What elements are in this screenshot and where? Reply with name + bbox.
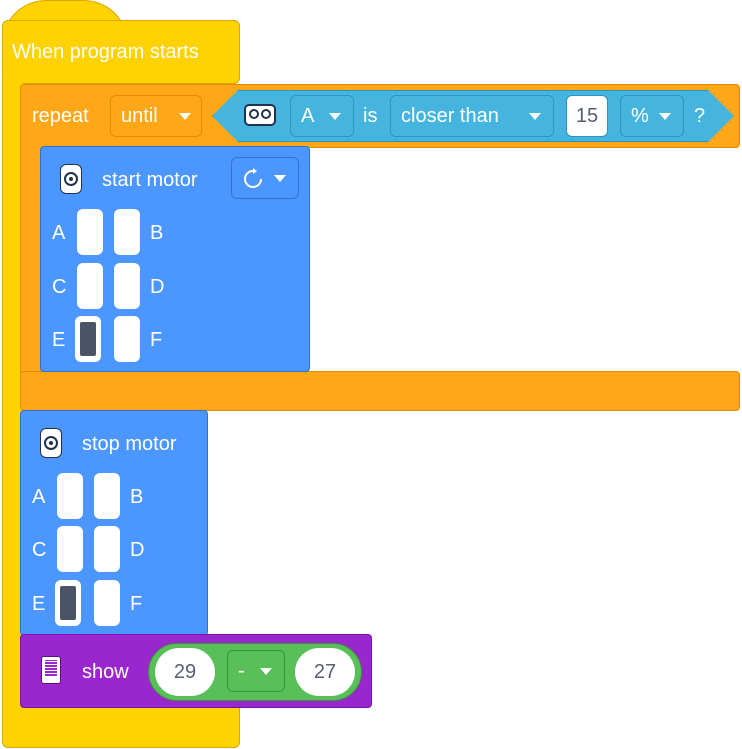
port-d-toggle[interactable] — [94, 526, 120, 572]
port-label-e: E — [32, 593, 46, 615]
light-matrix-icon — [41, 656, 61, 684]
chevron-down-icon — [274, 175, 286, 182]
unit-dropdown[interactable]: % — [620, 95, 684, 137]
start-motor-label: start motor — [102, 169, 198, 191]
port-label-b: B — [130, 486, 144, 508]
port-label-e: E — [52, 329, 66, 351]
port-c-toggle[interactable] — [77, 263, 103, 309]
event-block-label: When program starts — [12, 41, 199, 63]
chevron-down-icon — [529, 113, 541, 120]
chevron-down-icon — [260, 668, 272, 675]
repeat-mode-value: until — [121, 105, 158, 127]
port-label-f: F — [130, 593, 143, 615]
unit-value: % — [631, 105, 649, 127]
port-e-toggle-selected[interactable] — [55, 580, 81, 626]
port-f-toggle[interactable] — [94, 580, 120, 626]
port-label-d: D — [150, 276, 165, 298]
clockwise-icon — [244, 168, 262, 188]
is-label: is — [363, 105, 378, 127]
matrix-grid — [45, 660, 57, 676]
port-label-b: B — [150, 222, 164, 244]
port-a-toggle[interactable] — [77, 209, 103, 255]
comparison-value: closer than — [401, 105, 499, 127]
event-block-spine — [2, 80, 22, 720]
distance-sensor-icon — [244, 104, 276, 126]
port-label-a: A — [52, 222, 66, 244]
distance-value-input[interactable]: 15 — [566, 95, 608, 137]
question-mark: ? — [694, 105, 706, 127]
repeat-label: repeat — [32, 105, 89, 127]
sensor-eye-left — [249, 109, 259, 119]
operator-dropdown[interactable]: - — [227, 650, 285, 692]
chevron-down-icon — [179, 113, 191, 120]
repeat-mode-dropdown[interactable]: until — [110, 95, 202, 137]
direction-dropdown[interactable] — [231, 157, 299, 199]
port-e-toggle-selected[interactable] — [75, 316, 101, 362]
repeat-block-bottom — [20, 371, 740, 411]
repeat-block-spine — [20, 146, 42, 374]
operand-b-input[interactable]: 27 — [295, 648, 355, 696]
comparison-dropdown[interactable]: closer than — [390, 95, 554, 137]
sensor-eye-right — [261, 109, 271, 119]
operand-a-input[interactable]: 29 — [155, 648, 215, 696]
chevron-down-icon — [659, 113, 671, 120]
stop-motor-label: stop motor — [82, 433, 177, 455]
port-f-toggle[interactable] — [114, 316, 140, 362]
port-label-c: C — [52, 276, 67, 298]
port-b-toggle[interactable] — [94, 473, 120, 519]
sensor-port-dropdown[interactable]: A — [290, 95, 354, 137]
port-label-c: C — [32, 539, 47, 561]
port-d-toggle[interactable] — [114, 263, 140, 309]
port-c-toggle[interactable] — [57, 526, 83, 572]
port-label-a: A — [32, 486, 46, 508]
sensor-port-value: A — [301, 105, 315, 127]
motor-icon — [40, 428, 62, 458]
show-label: show — [82, 661, 129, 683]
operator-value: - — [238, 660, 245, 682]
motor-icon — [60, 164, 82, 194]
distance-value: 15 — [575, 105, 599, 127]
chevron-down-icon — [329, 113, 341, 120]
port-label-f: F — [150, 329, 163, 351]
port-b-toggle[interactable] — [114, 209, 140, 255]
port-a-toggle[interactable] — [57, 473, 83, 519]
port-label-d: D — [130, 539, 145, 561]
